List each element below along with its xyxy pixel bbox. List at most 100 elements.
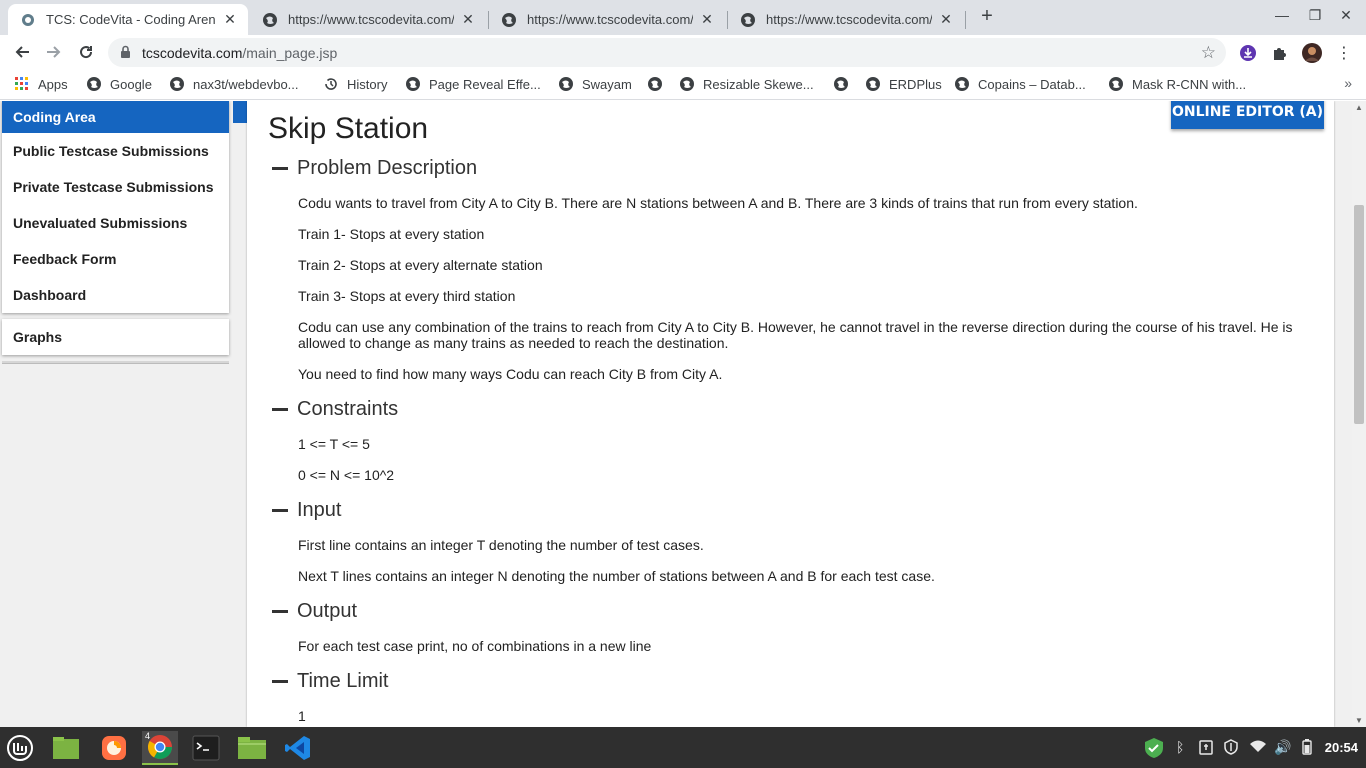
- bookmark-label: nax3t/webdevbo...: [193, 76, 299, 92]
- files-icon[interactable]: [234, 731, 270, 765]
- sidebar-item-graphs[interactable]: Graphs: [2, 319, 229, 355]
- bookmark-label: Google: [110, 76, 152, 92]
- minimize-icon[interactable]: —: [1272, 7, 1292, 23]
- close-tab-icon[interactable]: ✕: [222, 11, 238, 28]
- bookmark-apps[interactable]: Apps: [14, 76, 68, 92]
- bookmark-nax3t[interactable]: nax3t/webdevbo...: [169, 76, 299, 92]
- description-paragraph: Codu wants to travel from City A to City…: [298, 195, 1138, 211]
- section-heading: Time Limit: [297, 670, 389, 692]
- bookmark-label: Page Reveal Effe...: [429, 76, 541, 92]
- more-bookmarks-icon[interactable]: »: [1344, 75, 1352, 91]
- vscode-icon[interactable]: [280, 731, 316, 765]
- codevita-favicon: [20, 12, 36, 28]
- problem-title: Skip Station: [268, 112, 429, 145]
- bookmark-unnamed-1[interactable]: [647, 76, 671, 92]
- browser-menu-icon[interactable]: ⋮: [1333, 42, 1355, 64]
- sidebar-item-public-testcase[interactable]: Public Testcase Submissions: [2, 133, 229, 169]
- bookmark-mask-rcnn[interactable]: Mask R-CNN with...: [1108, 76, 1246, 92]
- chrome-icon[interactable]: 4: [142, 731, 178, 765]
- sidebar-item-private-testcase[interactable]: Private Testcase Submissions: [2, 169, 229, 205]
- close-window-icon[interactable]: ✕: [1336, 7, 1356, 24]
- address-bar[interactable]: tcscodevita.com/main_page.jsp ☆: [108, 38, 1226, 67]
- bookmark-google[interactable]: Google: [86, 76, 152, 92]
- volume-icon[interactable]: 🔊: [1274, 739, 1291, 756]
- bookmark-page-reveal[interactable]: Page Reveal Effe...: [405, 76, 541, 92]
- sidebar-menu-2: Graphs: [2, 319, 229, 355]
- collapse-icon[interactable]: [272, 680, 288, 683]
- tab-tcscodevita-2[interactable]: https://www.tcscodevita.com/ ✕: [489, 4, 725, 35]
- profile-avatar[interactable]: [1301, 42, 1323, 64]
- lock-icon[interactable]: [120, 45, 131, 64]
- bluetooth-icon[interactable]: ᛒ: [1176, 739, 1184, 755]
- bookmark-copains[interactable]: Copains – Datab...: [954, 76, 1086, 92]
- bookmark-star-icon[interactable]: ☆: [1201, 43, 1216, 63]
- new-tab-button[interactable]: +: [976, 6, 998, 28]
- browser-toolbar: tcscodevita.com/main_page.jsp ☆ ⋮: [0, 35, 1366, 70]
- history-clock-icon: [323, 76, 339, 92]
- globe-icon: [169, 76, 185, 92]
- section-output[interactable]: Output: [272, 600, 357, 623]
- bookmark-history[interactable]: History: [323, 76, 387, 92]
- bookmark-resizable-skewed[interactable]: Resizable Skewe...: [679, 76, 814, 92]
- url-path: /main_page.jsp: [242, 45, 338, 61]
- apps-grid-icon: [14, 76, 30, 92]
- show-desktop-icon[interactable]: [48, 731, 84, 765]
- tab-separator: [965, 11, 966, 29]
- globe-icon: [405, 76, 421, 92]
- restore-icon[interactable]: ❐: [1305, 7, 1325, 24]
- online-editor-button[interactable]: ONLINE EDITOR (A): [1171, 101, 1324, 129]
- scroll-up-icon[interactable]: ▲: [1355, 103, 1363, 112]
- bookmark-erdplus[interactable]: ERDPlus: [865, 76, 942, 92]
- close-tab-icon[interactable]: ✕: [460, 11, 476, 28]
- page-scrollbar[interactable]: ▲ ▼: [1352, 101, 1366, 727]
- sidebar-item-coding-area[interactable]: Coding Area: [2, 101, 229, 133]
- section-heading: Problem Description: [297, 157, 478, 179]
- sidebar-divider: [2, 361, 229, 364]
- bookmark-label: History: [347, 76, 388, 92]
- clipboard-icon[interactable]: [1199, 739, 1213, 758]
- collapse-icon[interactable]: [272, 408, 288, 411]
- terminal-icon[interactable]: [188, 731, 224, 765]
- mint-menu-icon[interactable]: [2, 731, 38, 765]
- section-time-limit[interactable]: Time Limit: [272, 670, 388, 693]
- download-extension-icon[interactable]: [1237, 42, 1259, 64]
- section-constraints[interactable]: Constraints: [272, 398, 398, 421]
- section-input[interactable]: Input: [272, 499, 341, 522]
- sidebar: Coding Area Public Testcase Submissions …: [2, 101, 229, 364]
- scroll-down-icon[interactable]: ▼: [1355, 716, 1363, 725]
- forward-icon[interactable]: [42, 40, 66, 64]
- wifi-icon[interactable]: [1249, 739, 1267, 756]
- collapse-icon[interactable]: [272, 509, 288, 512]
- shield-icon[interactable]: [1223, 739, 1239, 758]
- sidebar-menu: Coding Area Public Testcase Submissions …: [2, 101, 229, 313]
- clock[interactable]: 20:54: [1325, 740, 1358, 755]
- close-tab-icon[interactable]: ✕: [699, 11, 715, 28]
- tab-codevita-arena[interactable]: TCS: CodeVita - Coding Arena ✕: [8, 4, 248, 35]
- reload-icon[interactable]: [74, 40, 98, 64]
- bookmark-swayam[interactable]: Swayam: [558, 76, 632, 92]
- section-problem-description[interactable]: Problem Description: [272, 157, 477, 180]
- bookmark-label: Swayam: [582, 76, 632, 92]
- tab-title: https://www.tcscodevita.com/: [288, 12, 454, 27]
- sidebar-item-dashboard[interactable]: Dashboard: [2, 277, 229, 313]
- sidebar-item-unevaluated[interactable]: Unevaluated Submissions: [2, 205, 229, 241]
- collapse-icon[interactable]: [272, 167, 288, 170]
- bookmark-unnamed-2[interactable]: [833, 76, 857, 92]
- tab-tcscodevita-3[interactable]: https://www.tcscodevita.com/ ✕: [728, 4, 964, 35]
- close-tab-icon[interactable]: ✕: [938, 11, 954, 28]
- globe-icon: [501, 12, 517, 28]
- tab-tcscodevita-1[interactable]: https://www.tcscodevita.com/ ✕: [250, 4, 486, 35]
- tab-title: TCS: CodeVita - Coding Arena: [46, 12, 216, 27]
- battery-icon[interactable]: [1302, 739, 1312, 758]
- sidebar-item-feedback[interactable]: Feedback Form: [2, 241, 229, 277]
- bookmark-label: ERDPlus: [889, 76, 942, 92]
- scrollbar-thumb[interactable]: [1354, 205, 1364, 424]
- globe-icon: [954, 76, 970, 92]
- globe-icon: [865, 76, 881, 92]
- collapse-icon[interactable]: [272, 610, 288, 613]
- extensions-puzzle-icon[interactable]: [1269, 42, 1291, 64]
- firefox-icon[interactable]: [96, 731, 132, 765]
- update-manager-icon[interactable]: [1143, 737, 1165, 762]
- back-icon[interactable]: [10, 40, 34, 64]
- section-heading: Constraints: [297, 398, 399, 420]
